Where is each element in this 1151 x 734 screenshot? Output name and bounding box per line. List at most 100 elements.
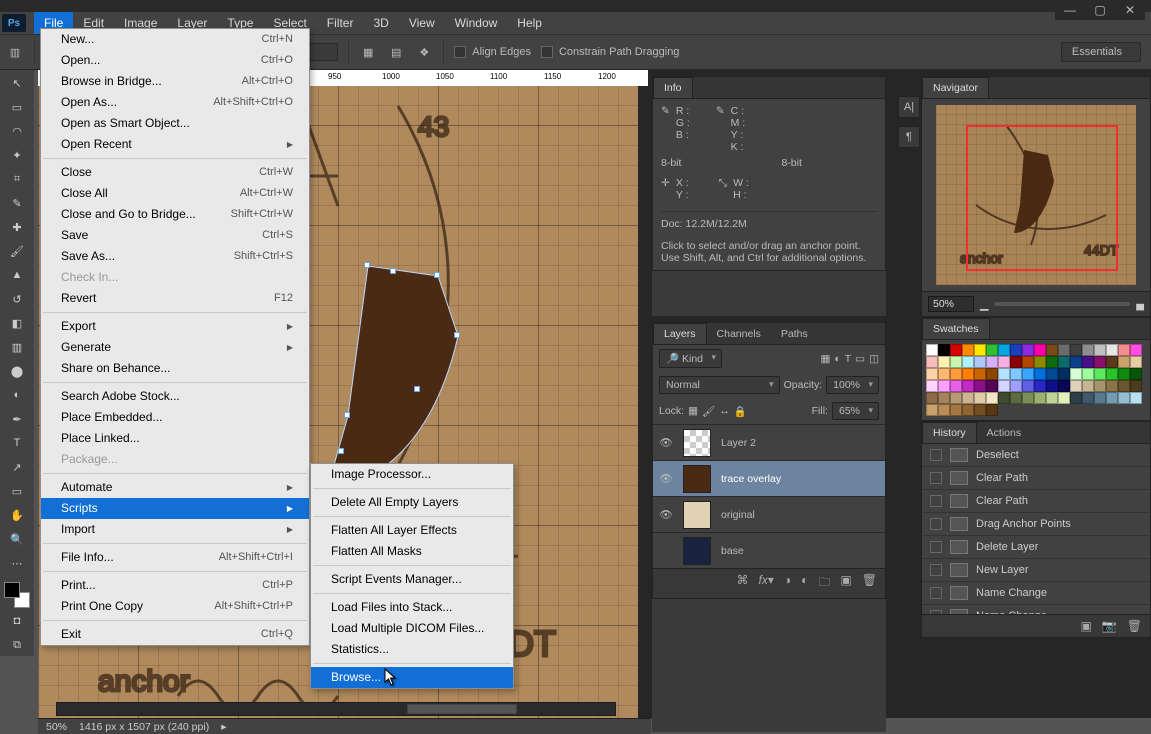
menu-item[interactable]: Delete All Empty Layers [311,492,513,513]
tab-navigator[interactable]: Navigator [922,77,989,98]
path-select-tool-icon[interactable]: ↗ [4,456,30,478]
swatch[interactable] [938,404,950,416]
swatch[interactable] [1010,392,1022,404]
menu-item[interactable]: New...Ctrl+N [41,29,309,50]
lock-all-icon[interactable]: 🔒 [734,405,747,418]
workspace-switcher[interactable]: Essentials [1061,42,1141,62]
swatch[interactable] [1082,356,1094,368]
swatch[interactable] [1106,356,1118,368]
swatch[interactable] [1094,368,1106,380]
filter-type-icon[interactable]: T [845,353,851,365]
tab-layers[interactable]: Layers [653,323,707,344]
swatch[interactable] [998,392,1010,404]
menu-item[interactable]: Flatten All Masks [311,541,513,562]
swatch[interactable] [950,356,962,368]
lock-pos-icon[interactable]: ↔ [719,405,730,417]
swatch[interactable] [1022,368,1034,380]
swatch[interactable] [1130,380,1142,392]
menu-item[interactable]: Print One CopyAlt+Shift+Ctrl+P [41,596,309,617]
swatch[interactable] [962,356,974,368]
blend-mode[interactable]: Normal [659,376,780,394]
menu-item[interactable]: Place Embedded... [41,407,309,428]
stack-icon[interactable]: ❖ [415,43,433,61]
swatch[interactable] [1058,368,1070,380]
swatch[interactable] [1022,392,1034,404]
swatch[interactable] [1070,356,1082,368]
swatch[interactable] [1082,392,1094,404]
history-row[interactable]: Name Change [922,605,1150,614]
swatch[interactable] [1118,344,1130,356]
swatch[interactable] [1010,344,1022,356]
swatch[interactable] [986,392,998,404]
swatch[interactable] [962,392,974,404]
menu-item[interactable]: Import [41,519,309,540]
filter-pixel-icon[interactable]: ▦ [820,353,830,365]
swatch[interactable] [926,380,938,392]
swatch[interactable] [1130,368,1142,380]
swatch[interactable] [1046,356,1058,368]
swatch[interactable] [950,392,962,404]
menu-item[interactable]: Place Linked... [41,428,309,449]
delete-layer-icon[interactable]: 🗑 [862,573,877,594]
menu-item[interactable]: Script Events Manager... [311,569,513,590]
window-minimize[interactable]: — [1055,0,1085,20]
dodge-tool-icon[interactable]: ◐ [4,384,30,406]
swatch[interactable] [1082,380,1094,392]
menu-item[interactable]: Print...Ctrl+P [41,575,309,596]
swatch[interactable] [926,356,938,368]
layer-kind-filter[interactable]: 🔎 Kind [659,349,722,368]
swatch[interactable] [962,380,974,392]
swatch[interactable] [1106,344,1118,356]
swatch[interactable] [950,344,962,356]
menu-item[interactable]: Scripts [41,498,309,519]
swatch[interactable] [974,392,986,404]
swatch[interactable] [986,380,998,392]
layer-row[interactable]: 👁 original [653,496,885,532]
tool-preset-icon[interactable]: ▥ [6,43,24,61]
menu-item[interactable]: Export [41,316,309,337]
stamp-tool-icon[interactable]: ▲ [4,264,30,286]
eraser-tool-icon[interactable]: ◧ [4,312,30,334]
pen-tool-icon[interactable]: ✒ [4,408,30,430]
swatch[interactable] [1070,380,1082,392]
swatch[interactable] [1010,380,1022,392]
tab-paths[interactable]: Paths [771,324,818,344]
visibility-icon[interactable]: 👁 [659,436,673,449]
menu-item[interactable]: SaveCtrl+S [41,225,309,246]
swatch[interactable] [950,380,962,392]
menu-item[interactable]: Browse in Bridge...Alt+Ctrl+O [41,71,309,92]
swatch[interactable] [1094,380,1106,392]
swatch[interactable] [938,368,950,380]
zoom-slider[interactable] [994,302,1130,306]
swatch[interactable] [1070,344,1082,356]
swatch[interactable] [1118,356,1130,368]
align-edges-check[interactable] [454,46,466,58]
swatch[interactable] [926,404,938,416]
menu-item[interactable]: Save As...Shift+Ctrl+S [41,246,309,267]
menu-item[interactable]: CloseCtrl+W [41,162,309,183]
visibility-icon[interactable]: 👁 [659,508,673,521]
swatch[interactable] [974,356,986,368]
tab-channels[interactable]: Channels [707,324,771,344]
character-panel-icon[interactable]: A| [898,96,920,118]
opacity-field[interactable]: 100% [826,376,879,394]
swatch[interactable] [998,344,1010,356]
swatch[interactable] [1130,392,1142,404]
swatch[interactable] [1034,368,1046,380]
swatch[interactable] [1010,356,1022,368]
menu-item[interactable]: File Info...Alt+Shift+Ctrl+I [41,547,309,568]
swatch[interactable] [998,368,1010,380]
magic-wand-tool-icon[interactable]: ✦ [4,144,30,166]
swatch[interactable] [962,344,974,356]
snapshot-icon[interactable]: 📷 [1102,619,1117,633]
lock-paint-icon[interactable]: 🖌 [702,405,715,418]
swatch[interactable] [1046,368,1058,380]
new-doc-from-state-icon[interactable]: ▣ [1080,619,1091,633]
menu-item[interactable]: RevertF12 [41,288,309,309]
menu-item[interactable]: Browse... [311,667,513,688]
fill-field[interactable]: 65% [832,402,879,420]
swatch[interactable] [938,356,950,368]
window-maximize[interactable]: ▢ [1085,0,1115,20]
color-swatch[interactable] [4,582,30,608]
swatch[interactable] [1118,380,1130,392]
